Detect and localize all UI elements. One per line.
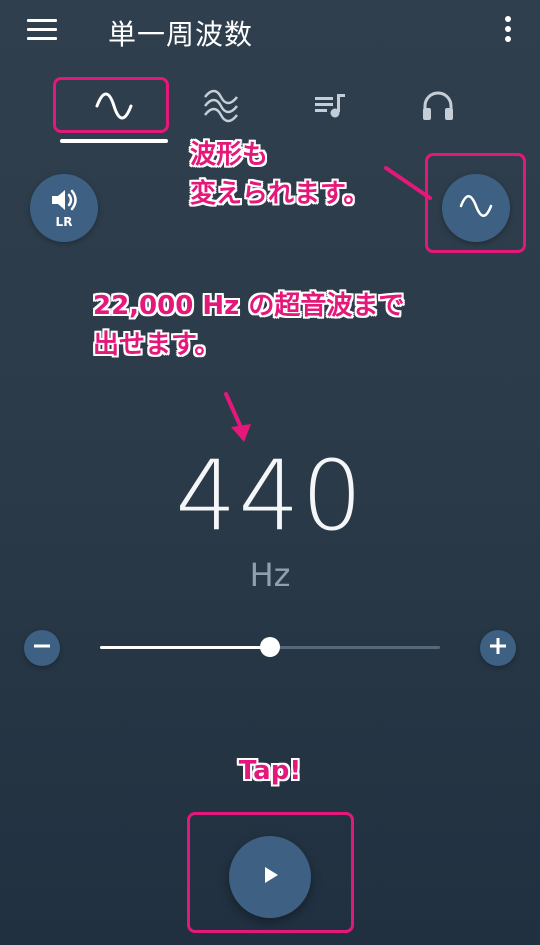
speaker-channel-button[interactable]: LR <box>30 174 98 242</box>
annotation-tap-note: Tap! <box>238 756 302 786</box>
annotation-range-line2: 出せます。 <box>93 330 221 360</box>
annotation-highlight-play <box>187 812 354 933</box>
more-vert-icon[interactable] <box>496 14 520 46</box>
sweep-icon <box>525 91 540 121</box>
tab-multi-wave[interactable] <box>166 76 276 136</box>
layered-wave-icon <box>201 89 241 123</box>
frequency-slider-fill <box>100 646 270 649</box>
hamburger-menu-icon[interactable] <box>27 17 57 41</box>
annotation-waveform-line1: 波形も <box>190 140 269 170</box>
app-screen: 単一周波数 LR 440 Hz 波形も 変えられます。 22,000 Hz の超… <box>0 0 540 945</box>
frequency-value[interactable]: 440 <box>0 440 540 552</box>
playlist-icon <box>313 92 347 120</box>
selected-tab-indicator <box>60 139 168 143</box>
app-bar: 単一周波数 <box>0 0 540 64</box>
speaker-icon <box>49 187 79 217</box>
frequency-unit: Hz <box>249 556 291 594</box>
annotation-range-note: 22,000 Hz の超音波まで 出せます。 <box>93 287 404 365</box>
minus-icon <box>32 636 52 660</box>
annotation-highlight-tab <box>53 77 169 133</box>
annotation-highlight-waveform <box>425 153 526 253</box>
tab-sweep[interactable] <box>490 76 540 136</box>
tab-headphones[interactable] <box>383 76 493 136</box>
app-title: 単一周波数 <box>108 18 254 51</box>
annotation-waveform-line2: 変えられます。 <box>190 179 370 209</box>
plus-icon <box>488 636 508 660</box>
increase-button[interactable] <box>480 630 516 666</box>
decrease-button[interactable] <box>24 630 60 666</box>
frequency-slider[interactable] <box>100 637 440 657</box>
annotation-waveform-note: 波形も 変えられます。 <box>190 136 369 214</box>
annotation-range-line1: 22,000 Hz の超音波まで <box>93 291 405 321</box>
tab-playlist[interactable] <box>275 76 385 136</box>
headphones-icon <box>421 90 455 122</box>
speaker-channel-badge: LR <box>55 215 73 229</box>
frequency-slider-thumb[interactable] <box>260 637 280 657</box>
